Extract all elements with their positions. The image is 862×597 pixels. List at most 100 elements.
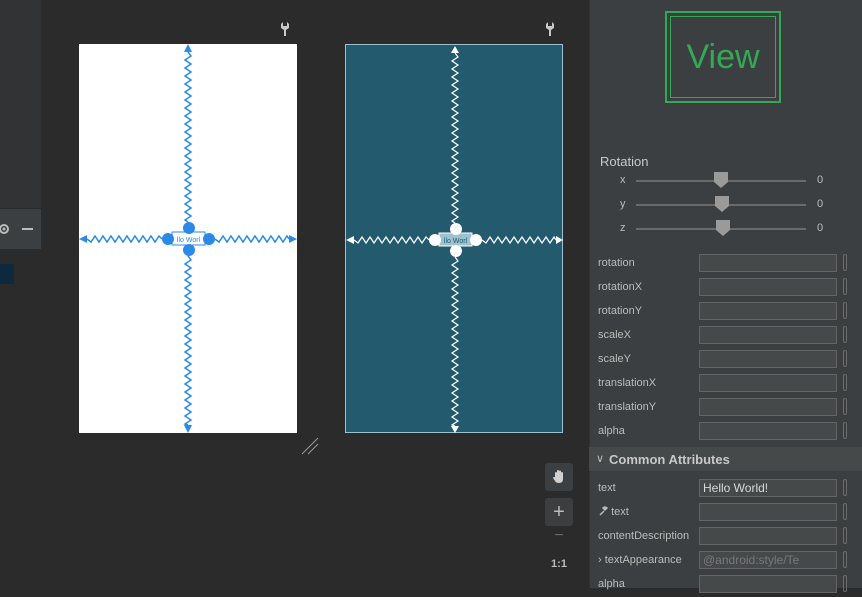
wrench-icon[interactable] (278, 21, 292, 37)
resource-picker-button[interactable] (843, 398, 847, 415)
attr-label: rotation (598, 257, 635, 269)
attr-label-wrapper: › textAppearance (598, 554, 682, 566)
attr-input[interactable] (699, 302, 837, 320)
plus-icon: + (553, 500, 565, 523)
gear-icon[interactable] (0, 224, 9, 234)
anchor-bottom[interactable] (183, 244, 195, 256)
attr-row-rotationX: rotationX (589, 276, 862, 300)
vertical-constraint-top[interactable] (183, 44, 193, 223)
attr-row-translationX: translationX (589, 372, 862, 396)
anchor-right[interactable] (203, 233, 215, 245)
resource-picker-button[interactable] (843, 551, 847, 568)
resource-picker-button[interactable] (843, 503, 847, 520)
tree-selected-item[interactable] (0, 264, 14, 284)
attr-input[interactable] (699, 278, 837, 296)
resource-picker-button[interactable] (843, 479, 847, 496)
rotation-z-axis: z (620, 222, 626, 234)
attr-label: alpha (598, 425, 625, 437)
attr-input[interactable] (699, 350, 837, 368)
attr-input[interactable] (699, 374, 837, 392)
text-appearance-select[interactable]: @android:style/Te (699, 551, 837, 569)
attr-row-rotation: rotation (589, 252, 862, 276)
wrench-icon (599, 506, 609, 516)
rotation-x-slider[interactable]: x 0 (600, 172, 862, 192)
slider-thumb[interactable] (716, 220, 730, 236)
anchor-right[interactable] (470, 234, 482, 246)
resize-handle-icon[interactable] (300, 436, 320, 456)
resource-picker-button[interactable] (843, 527, 847, 544)
rotation-z-slider[interactable]: z 0 (600, 220, 862, 240)
anchor-top[interactable] (450, 223, 462, 235)
section-title: Common Attributes (609, 452, 730, 467)
attr-input[interactable] (699, 398, 837, 416)
attr-label: text (611, 506, 629, 518)
rotation-y-value: 0 (817, 198, 824, 210)
slider-thumb[interactable] (714, 172, 728, 188)
zoom-out-button[interactable]: − (545, 527, 573, 545)
resource-picker-button[interactable] (843, 374, 847, 391)
attr-row-textAppearance: › textAppearance @android:style/Te (589, 549, 862, 573)
rotation-z-value: 0 (817, 222, 824, 234)
rotation-y-axis: y (620, 198, 626, 210)
attr-input[interactable] (699, 527, 837, 545)
vertical-constraint-bottom[interactable] (183, 255, 193, 433)
attr-label: scaleX (598, 329, 632, 341)
attr-row-translationY: translationY (589, 396, 862, 420)
resource-picker-button[interactable] (843, 326, 847, 343)
anchor-bottom[interactable] (450, 245, 462, 257)
view-preview-label: View (686, 37, 760, 76)
attr-input[interactable] (699, 422, 837, 440)
attr-label: contentDescription (598, 530, 690, 542)
component-tree-header (0, 0, 41, 208)
attr-label-wrapper: text (598, 506, 629, 518)
attr-label: text (598, 482, 616, 494)
blueprint-textview-label: llo Worl (444, 238, 468, 245)
zoom-actual-size-button[interactable]: 1:1 (545, 558, 573, 570)
attr-label: alpha (598, 578, 625, 590)
chevron-right-icon[interactable]: › (598, 554, 602, 566)
anchor-left[interactable] (162, 233, 174, 245)
design-surface[interactable]: llo Worl (79, 44, 297, 433)
common-attributes-header[interactable]: ∨ Common Attributes (589, 447, 862, 471)
resource-picker-button[interactable] (843, 575, 847, 592)
blueprint-surface[interactable]: llo Worl (345, 44, 563, 433)
resource-picker-button[interactable] (843, 422, 847, 439)
attr-row-alpha-common: alpha (589, 573, 862, 597)
resource-picker-button[interactable] (843, 350, 847, 367)
horizontal-constraint-left[interactable] (79, 234, 163, 244)
horizontal-constraint-left[interactable] (346, 235, 430, 245)
resource-picker-button[interactable] (843, 254, 847, 271)
attr-label: translationX (598, 377, 657, 389)
attr-label: rotationY (598, 305, 643, 317)
attr-input[interactable] (699, 254, 837, 272)
zoom-in-button[interactable]: + (545, 498, 573, 526)
attr-row-scaleY: scaleY (589, 348, 862, 372)
attr-input[interactable] (699, 326, 837, 344)
zoom-toolbar: + − 1:1 (545, 463, 573, 588)
horizontal-constraint-right[interactable] (214, 234, 297, 244)
horizontal-constraint-right[interactable] (481, 235, 563, 245)
vertical-constraint-top[interactable] (450, 46, 460, 224)
attr-row-rotationY: rotationY (589, 300, 862, 324)
vertical-constraint-bottom[interactable] (450, 256, 460, 433)
collapse-icon[interactable] (22, 228, 33, 230)
attr-row-scaleX: scaleX (589, 324, 862, 348)
attr-label: translationY (598, 401, 657, 413)
attr-input[interactable] (699, 575, 837, 593)
wrench-icon[interactable] (543, 21, 557, 37)
attr-row-contentDescription: contentDescription (589, 525, 862, 549)
chevron-down-icon: ∨ (596, 453, 605, 465)
pan-button[interactable] (545, 463, 573, 491)
anchor-top[interactable] (183, 222, 195, 234)
resource-picker-button[interactable] (843, 278, 847, 295)
resource-picker-button[interactable] (843, 302, 847, 319)
rotation-y-slider[interactable]: y 0 (600, 196, 862, 216)
attr-label: scaleY (598, 353, 632, 365)
attr-input[interactable] (699, 503, 837, 521)
hand-icon (553, 470, 563, 483)
anchor-left[interactable] (429, 234, 441, 246)
view-preview: View (665, 11, 781, 103)
slider-thumb[interactable] (715, 196, 729, 212)
attr-input[interactable]: Hello World! (699, 479, 837, 497)
attr-row-alpha: alpha (589, 420, 862, 444)
